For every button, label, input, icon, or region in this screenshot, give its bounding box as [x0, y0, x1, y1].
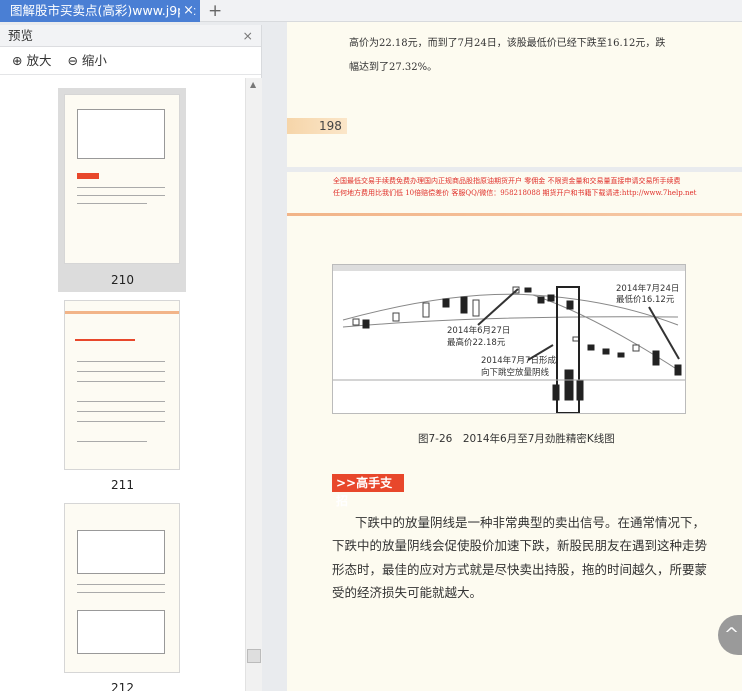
ad-text: 全国最低交易手续费免费办理国内正规商品股指原油期货开户 零佣金 不限资金量和交易… — [333, 177, 681, 185]
preview-sidebar: 预览 × ⊕ 放大 ⊖ 缩小 210 211 212 ▲ — [0, 25, 262, 691]
annotation: 2014年7月24日 — [616, 283, 679, 294]
paragraph-line: 形态时，最佳的应对方式就是尽快卖出持股，拖的时间越久，所要蒙 — [332, 562, 708, 577]
document-page: 全国最低交易手续费免费办理国内正规商品股指原油期货开户 零佣金 不限资金量和交易… — [287, 172, 742, 691]
sidebar-header: 预览 × — [0, 25, 261, 47]
body-text: 幅达到了27.32%。 — [349, 62, 438, 73]
paragraph-line: 下跌中的放量阴线是一种非常典型的卖出信号。在通常情况下， — [355, 515, 706, 530]
annotation: 2014年7月7日形成 — [481, 355, 556, 366]
document-page-198: 高价为22.18元，而到了7月24日，该股最低价已经下跌至16.12元，跌 幅达… — [287, 22, 742, 167]
kline-chart-image: 2014年6月27日 最高价22.18元 2014年7月7日形成 向下跳空放量阴… — [332, 264, 686, 414]
thumbnail-list: 210 211 212 — [0, 78, 245, 691]
header-rule — [287, 213, 742, 216]
paragraph-line: 下跌中的放量阴线会促使股价加速下跌，新股民朋友在遇到这种走势 — [332, 538, 708, 553]
annotation: 最高价22.18元 — [447, 337, 506, 348]
close-tab-icon[interactable]: × — [180, 0, 194, 22]
section-header: >>高手支招 — [332, 474, 404, 508]
ad-text: 任何地方费用比我们低 10倍赔偿差价 客服QQ/微信：958218088 期货开… — [333, 189, 697, 197]
candlestick-figure: 2014年6月27日 最高价22.18元 2014年7月7日形成 向下跳空放量阴… — [333, 265, 685, 414]
scrollbar-thumb[interactable] — [247, 649, 261, 663]
thumbnail-label: 210 — [111, 273, 134, 287]
page-number: 198 — [287, 118, 347, 134]
tab-bar: 图解股市买卖点(高彩)www.j9p.c × + — [0, 0, 742, 22]
sidebar-scrollbar[interactable]: ▲ — [245, 78, 262, 691]
zoom-out-button[interactable]: ⊖ 缩小 — [67, 53, 112, 68]
tab-title: 图解股市买卖点(高彩)www.j9p.c — [10, 3, 196, 18]
zoom-out-label: 缩小 — [81, 53, 107, 68]
figure-caption: 图7-26 2014年6月至7月劲胜精密K线图 — [418, 433, 615, 445]
body-text: 高价为22.18元，而到了7月24日，该股最低价已经下跌至16.12元，跌 — [349, 38, 666, 49]
thumbnail-page-212[interactable] — [64, 503, 180, 673]
new-tab-button[interactable]: + — [208, 0, 222, 22]
annotation: 最低价16.12元 — [616, 294, 675, 305]
thumbnail-label: 211 — [111, 478, 134, 492]
thumbnail-page-210[interactable] — [64, 94, 180, 264]
document-tab[interactable]: 图解股市买卖点(高彩)www.j9p.c × — [0, 0, 200, 22]
zoom-in-label: 放大 — [26, 53, 52, 68]
annotation: 向下跳空放量阴线 — [481, 367, 550, 378]
annotation: 2014年6月27日 — [447, 325, 510, 336]
thumbnail-label: 212 — [111, 681, 134, 691]
sidebar-title: 预览 — [8, 28, 34, 43]
zoom-in-button[interactable]: ⊕ 放大 — [12, 53, 57, 68]
paragraph-line: 受的经济损失可能就越大。 — [332, 585, 483, 600]
scroll-up-icon[interactable]: ▲ — [250, 80, 256, 89]
zoom-toolbar: ⊕ 放大 ⊖ 缩小 — [0, 47, 261, 75]
thumbnail-page-211[interactable] — [64, 300, 180, 470]
close-sidebar-icon[interactable]: × — [243, 25, 253, 47]
